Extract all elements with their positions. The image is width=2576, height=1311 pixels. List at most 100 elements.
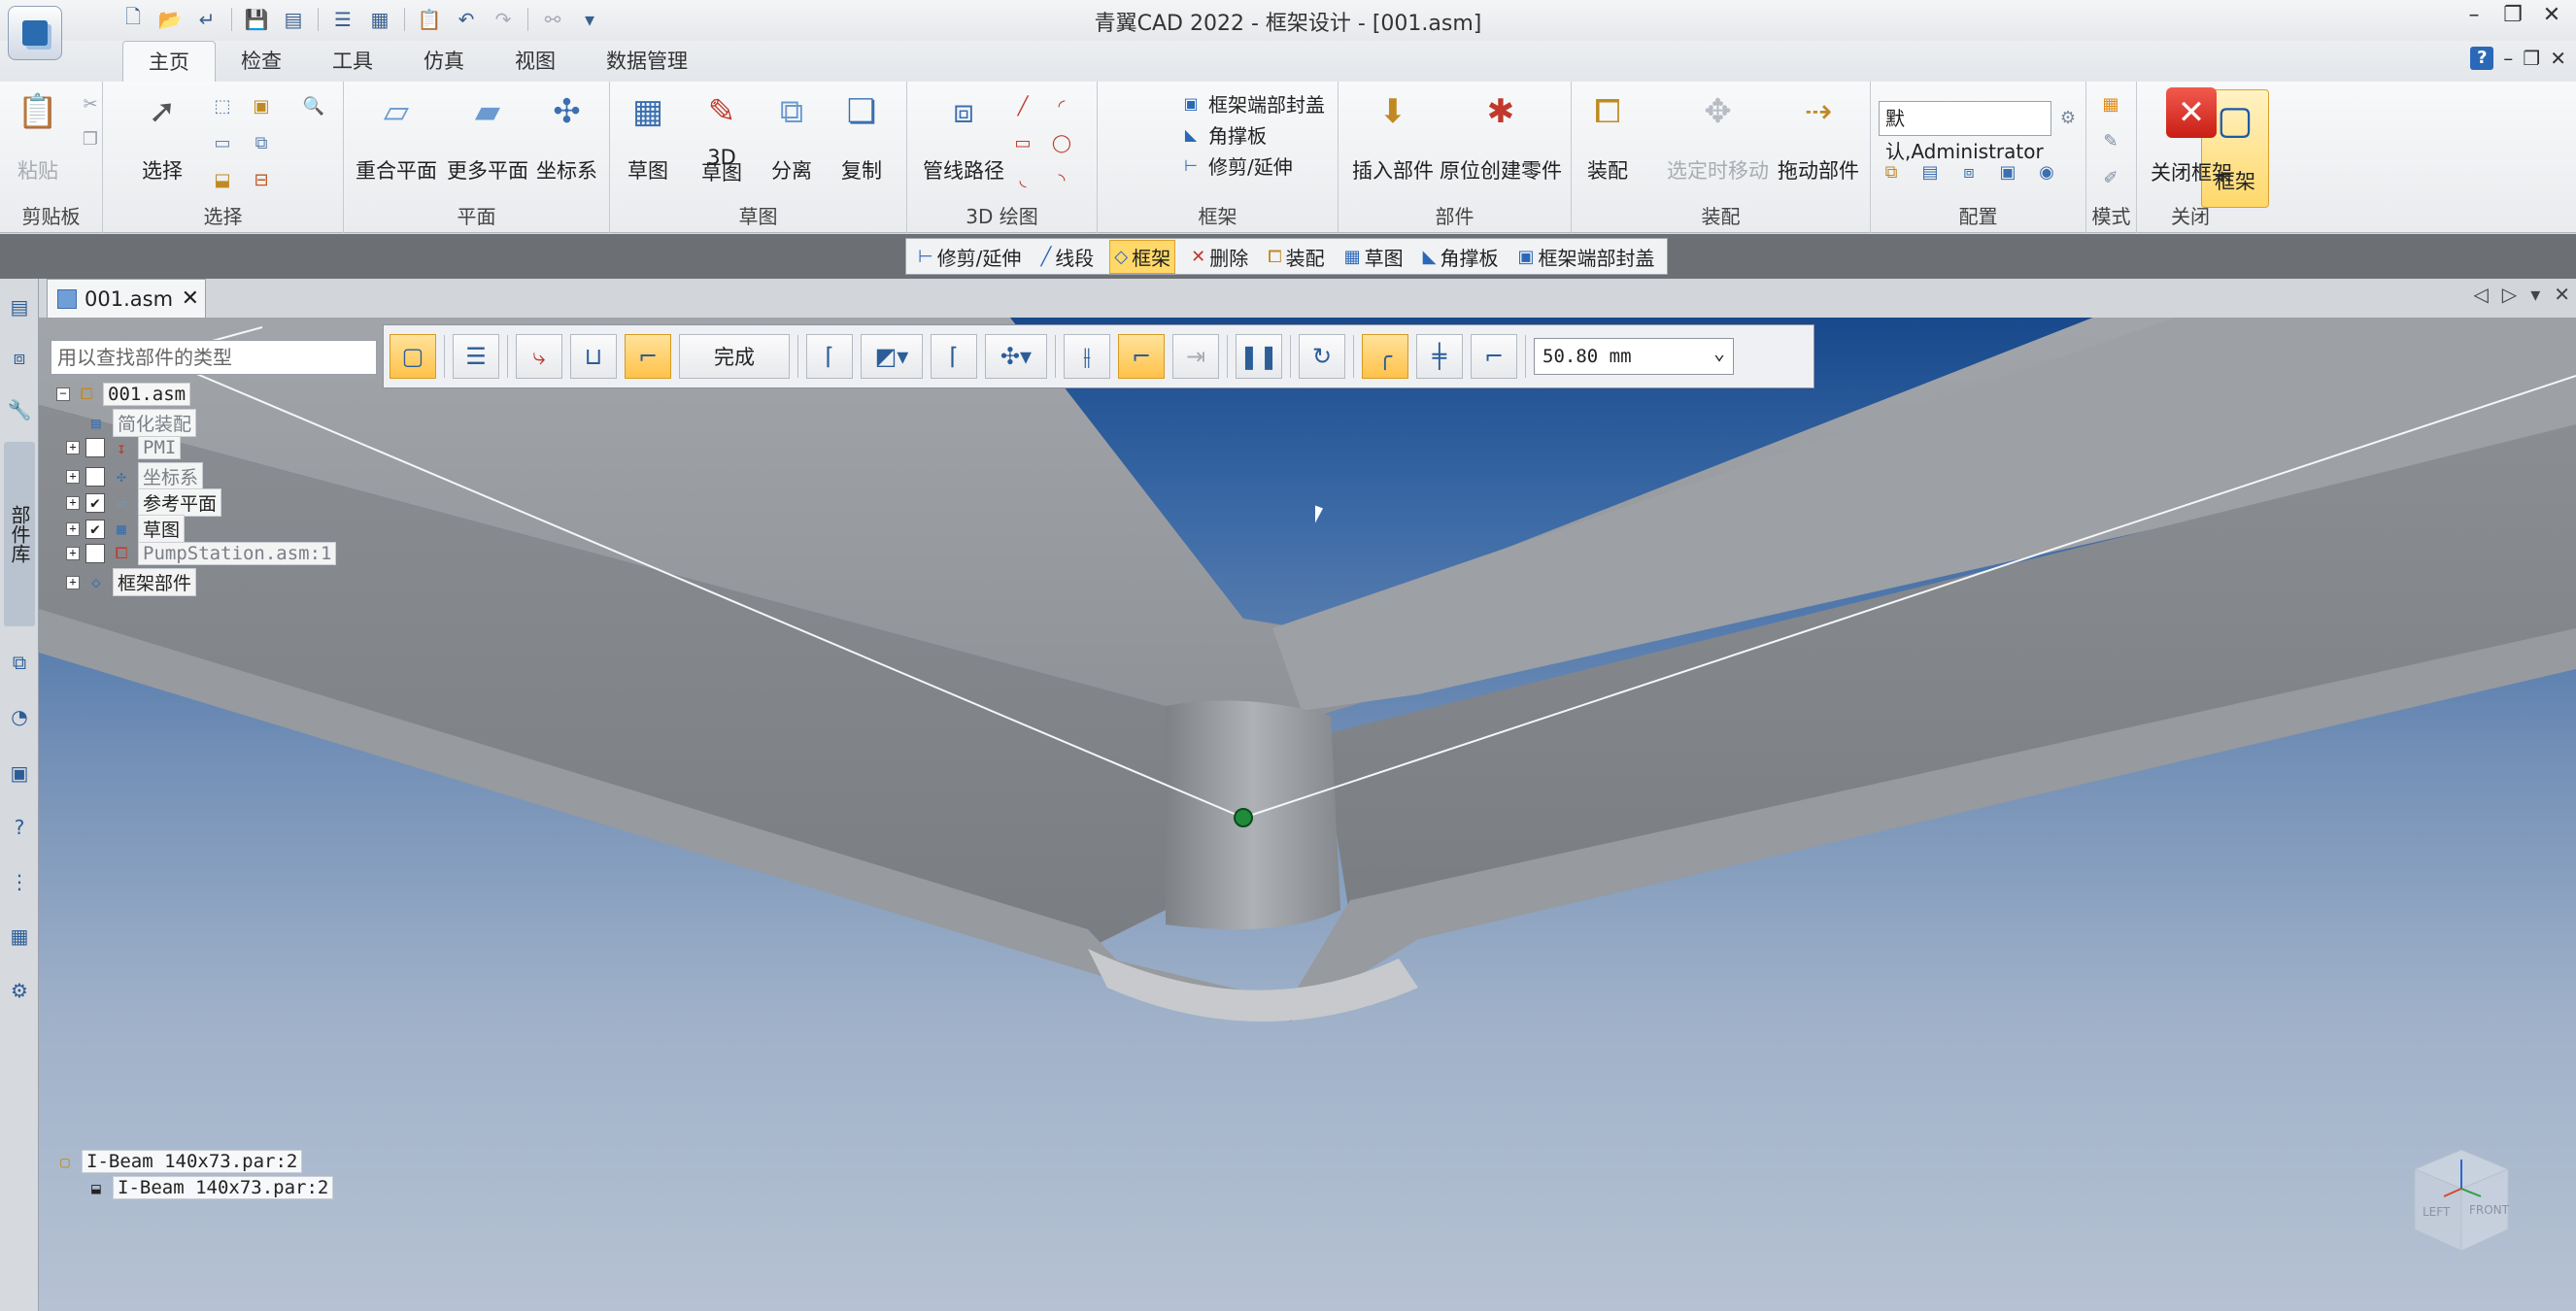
tree-node-root[interactable]: − ⧠ 001.asm (56, 383, 191, 406)
tree-node-pmi[interactable]: + ↧ PMI (66, 436, 182, 459)
cut-icon[interactable]: ✂ (78, 91, 103, 117)
tab-view[interactable]: 视图 (490, 41, 581, 82)
corner-joint-button[interactable]: ⌐ (1118, 334, 1165, 379)
help-icon[interactable]: ? (2470, 47, 2494, 70)
select-tool-icon[interactable]: ⬚ (210, 93, 235, 118)
more-planes-button[interactable]: ▰ 更多平面 (447, 87, 528, 185)
frame-options-button[interactable]: ▢ (390, 334, 436, 379)
view-cube[interactable]: LEFT FRONT (2401, 1140, 2522, 1261)
tree-node-simplified[interactable]: ▤ 简化装配 (85, 409, 197, 437)
configuration-combo[interactable]: 默认,Administrator (1879, 101, 2051, 163)
orientation-button[interactable]: ⊔ (570, 334, 617, 379)
trim-extend-button[interactable]: ⊢ 修剪/延伸 (1179, 151, 1293, 180)
app-logo[interactable] (8, 6, 62, 60)
offset-button[interactable]: ⌐ (1471, 334, 1517, 379)
assembly-icon[interactable]: ⧉ (5, 648, 34, 677)
create-in-place-button[interactable]: ✱ 原位创建零件 (1440, 87, 1562, 185)
config-icon-4[interactable]: ▣ (1995, 159, 2020, 185)
cross-joint-button[interactable]: ╪ (1416, 334, 1463, 379)
doc-restore-icon[interactable]: ❐ (2523, 47, 2540, 70)
surface-dropdown-button[interactable]: ◩▾ (861, 334, 923, 379)
expand-icon[interactable]: + (66, 547, 80, 560)
coordinate-system-button[interactable]: ✣ 坐标系 (536, 87, 597, 185)
bend-button[interactable]: ╭ (1362, 334, 1408, 379)
rect-icon[interactable]: ▭ (1010, 130, 1035, 155)
tree-node-coord[interactable]: + ✣ 坐标系 (66, 462, 204, 490)
select-component-icon[interactable]: ⬓ (210, 167, 235, 192)
select-button[interactable]: ➚ 选择 (138, 87, 186, 185)
sketch-button[interactable]: ▦ 草图 (624, 87, 672, 185)
sketch-mode-icon[interactable]: ✎ (2098, 128, 2123, 153)
graph-icon[interactable]: ◔ (5, 702, 34, 731)
select-filter-icon[interactable]: ▣ (249, 93, 274, 118)
points-icon[interactable]: ⋮ (5, 867, 34, 896)
tab-data-management[interactable]: 数据管理 (581, 41, 713, 82)
extend-button[interactable]: ⇥ (1172, 334, 1219, 379)
pipe-path-button[interactable]: ⧈ 管线路径 (923, 87, 1004, 185)
sketch-3d-button[interactable]: ✎ 3D 草图 (697, 87, 746, 184)
beam-part-subitem[interactable]: ⬓ I-Beam 140x73.par:2 (85, 1176, 334, 1199)
beam-part-item[interactable]: ▢ I-Beam 140x73.par:2 (54, 1150, 303, 1173)
tab-list-icon[interactable]: ▾ (2530, 283, 2540, 306)
butt-joint-button[interactable]: ⌈ (931, 334, 977, 379)
edit-mode-icon[interactable]: ✐ (2098, 165, 2123, 190)
cmd-assemble[interactable]: ⧠ 装配 (1264, 241, 1328, 273)
axis-dropdown-button[interactable]: ✣▾ (985, 334, 1047, 379)
visibility-checkbox[interactable]: ✔ (85, 492, 105, 513)
coincident-plane-button[interactable]: ▱ 重合平面 (356, 87, 437, 185)
grid-mode-icon[interactable]: ▦ (2098, 91, 2123, 117)
tab-simulation[interactable]: 仿真 (398, 41, 490, 82)
blocks-icon[interactable]: ▦ (5, 922, 34, 951)
settings-icon[interactable]: ⚙ (5, 976, 34, 1005)
expand-icon[interactable]: + (66, 521, 80, 536)
camera-icon[interactable]: ◉ (2034, 159, 2059, 185)
cmd-frame-endcap[interactable]: ▣ 框架端部封盖 (1513, 241, 1658, 273)
end-condition-button[interactable]: ⌐ (625, 334, 671, 379)
expand-icon[interactable]: + (66, 575, 80, 589)
tree-node-pumpstation[interactable]: + ⧠ PumpStation.asm:1 (66, 542, 337, 565)
drag-component-button[interactable]: ⇢ 拖动部件 (1778, 87, 1859, 185)
separate-button[interactable]: ⧉ 分离 (767, 87, 816, 185)
cmd-segment[interactable]: ╱ 线段 (1036, 241, 1098, 273)
gusset-button[interactable]: ◣ 角撑板 (1179, 120, 1267, 149)
close-tab-icon[interactable]: ✕ (182, 286, 199, 311)
close-icon[interactable]: ✕ (2535, 0, 2568, 29)
finish-button[interactable]: 完成 (679, 334, 790, 379)
select-mode-icon[interactable]: ⊟ (249, 167, 274, 192)
pathfinder-search-input[interactable]: 用以查找部件的类型 (51, 340, 377, 375)
reset-button[interactable]: ↻ (1299, 334, 1345, 379)
cmd-frame[interactable]: ◇ 框架 (1109, 239, 1176, 274)
paste-button[interactable]: 📋 粘贴 (14, 87, 62, 185)
zoom-select-icon[interactable]: 🔍 (301, 93, 326, 118)
pause-button[interactable]: ❚❚ (1236, 334, 1282, 379)
expand-icon[interactable]: + (66, 495, 80, 510)
cmd-trim-extend[interactable]: ⊢ 修剪/延伸 (914, 241, 1025, 273)
tree-node-frame-parts[interactable]: + ◇ 框架部件 (66, 568, 197, 596)
parts-library-tab[interactable]: 部件库 (4, 442, 35, 626)
help-query-icon[interactable]: ? (5, 813, 34, 842)
line-icon[interactable]: ╱ (1010, 93, 1035, 118)
component-select-button[interactable]: ☰ (453, 334, 499, 379)
circle-icon[interactable]: ◯ (1049, 130, 1074, 155)
assemble-button[interactable]: ⧠ 装配 (1583, 87, 1632, 185)
expand-icon[interactable]: + (66, 469, 80, 484)
minimize-icon[interactable]: – (2457, 0, 2491, 29)
layers-icon[interactable]: ⧈ (5, 343, 34, 372)
tab-prev-icon[interactable]: ◁ (2473, 283, 2488, 306)
curve-icon[interactable]: ◝ (1049, 167, 1074, 192)
restore-icon[interactable]: ❐ (2496, 0, 2529, 29)
config-icon-2[interactable]: ▤ (1917, 159, 1943, 185)
split-button[interactable]: ⫲ (1064, 334, 1110, 379)
visibility-checkbox[interactable]: ✔ (85, 519, 105, 539)
cmd-sketch[interactable]: ▦ 草图 (1340, 241, 1407, 273)
close-frame-button[interactable]: ✕ 关闭框架 (2151, 87, 2232, 186)
config-icon-1[interactable]: ⧉ (1879, 159, 1904, 185)
copy-button[interactable]: ❏ 复制 (837, 87, 886, 185)
cmd-delete[interactable]: ✕ 删除 (1187, 241, 1252, 273)
visibility-checkbox[interactable] (85, 438, 105, 457)
tree-node-sketch[interactable]: + ✔ ▦ 草图 (66, 515, 186, 543)
visibility-checkbox[interactable] (85, 544, 105, 563)
copy-icon[interactable]: ❐ (78, 126, 103, 151)
config-manage-icon[interactable]: ⚙ (2055, 105, 2081, 130)
select-group-icon[interactable]: ⧉ (249, 130, 274, 155)
